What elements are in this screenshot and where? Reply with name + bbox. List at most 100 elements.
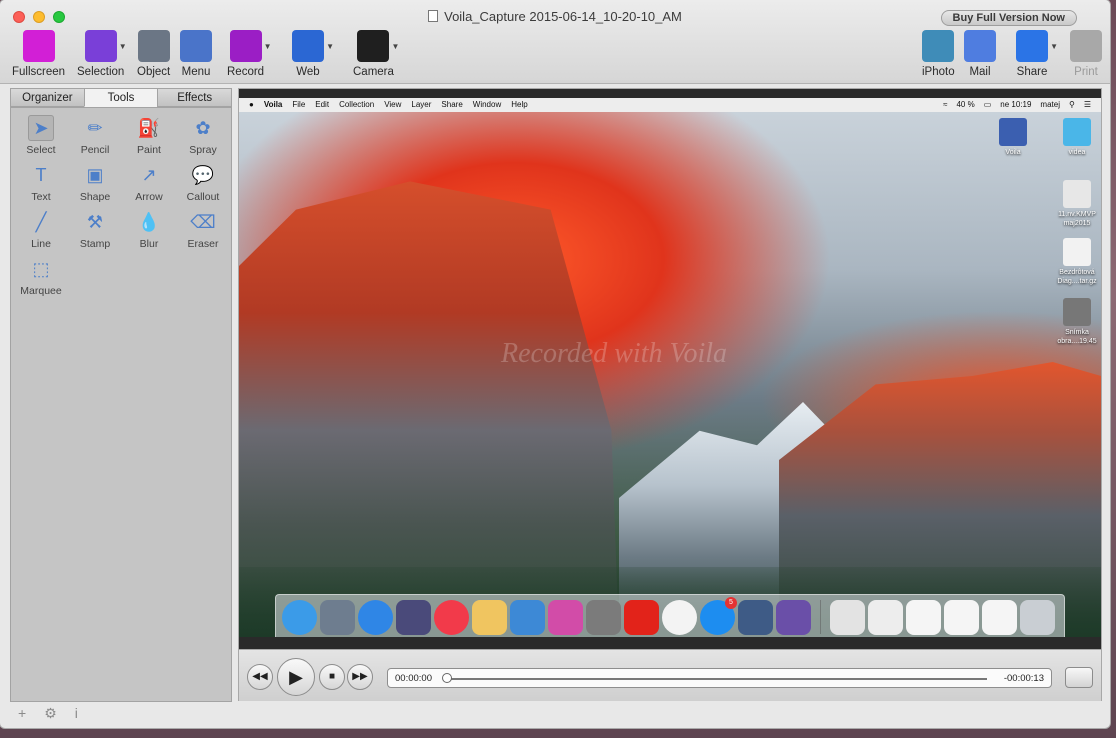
dock-voila-icon[interactable]: [738, 599, 773, 635]
fast-forward-button[interactable]: ▶▶: [347, 664, 373, 690]
stop-button[interactable]: ■: [319, 664, 345, 690]
dock-feather-icon[interactable]: [776, 599, 811, 635]
dock-doc2-icon[interactable]: [868, 599, 903, 635]
tool-label: Eraser: [187, 238, 219, 250]
stamp-icon: ⚒: [86, 212, 104, 232]
tool-shape[interactable]: ▣ Shape: [68, 162, 122, 203]
wifi-icon: ≈: [943, 100, 948, 109]
dock-doc5-icon[interactable]: [982, 599, 1017, 635]
chevron-down-icon[interactable]: ▼: [119, 42, 127, 51]
battery-percent: 40 %: [956, 100, 975, 109]
tool-line[interactable]: ╱ Line: [14, 209, 68, 250]
toolbar-label: Record: [227, 66, 265, 78]
tool-pencil[interactable]: ✏ Pencil: [68, 115, 122, 156]
dock-acrobat-icon[interactable]: [624, 599, 659, 635]
dock-trash-icon[interactable]: [1020, 599, 1055, 635]
menubar-status-area: ≈ 40 % ▭ ne 10:19 matej ⚲ ☰: [943, 98, 1101, 112]
tab-effects[interactable]: Effects: [157, 88, 233, 107]
current-time: 00:00:00: [395, 673, 432, 684]
desktop-icon[interactable]: Voila: [981, 118, 1045, 157]
chevron-down-icon[interactable]: ▼: [392, 42, 400, 51]
dock-doc3-icon[interactable]: [906, 599, 941, 635]
recorded-watermark: Recorded with Voila: [501, 338, 728, 369]
tool-marquee[interactable]: ⬚ Marquee: [14, 256, 68, 297]
toolbar-label: Object: [137, 66, 171, 78]
dock-doc4-icon[interactable]: [944, 599, 979, 635]
tool-callout[interactable]: 💬 Callout: [176, 162, 230, 203]
dock-safari-icon[interactable]: [358, 599, 393, 635]
play-button[interactable]: ▶: [277, 658, 315, 696]
dock-keynote-icon[interactable]: [510, 599, 545, 635]
toolbar-label: Print: [1074, 66, 1098, 78]
tool-text[interactable]: T Text: [14, 162, 68, 203]
desktop-icon[interactable]: videa: [1045, 118, 1101, 157]
dock-notes-icon[interactable]: [472, 599, 507, 635]
toolbar-record-button[interactable]: ▼ Record: [227, 30, 272, 78]
marquee-icon: ⬚: [32, 259, 50, 279]
info-icon[interactable]: i: [75, 705, 78, 725]
gear-icon[interactable]: ⚙: [44, 705, 57, 725]
dock-finder-icon[interactable]: [282, 599, 317, 635]
tool-label: Marquee: [20, 285, 62, 297]
captured-dock: 5: [275, 594, 1065, 637]
toolbar-print-button[interactable]: Print: [1070, 30, 1102, 78]
timeline-track[interactable]: [445, 678, 987, 680]
dock-pages-icon[interactable]: [548, 599, 583, 635]
fullscreen-player-button[interactable]: [1065, 667, 1093, 688]
dock-doc1-icon[interactable]: [830, 599, 865, 635]
timeline-knob[interactable]: [442, 673, 452, 683]
tool-label: Callout: [186, 191, 220, 203]
camera-icon: ▼: [357, 30, 399, 62]
tool-arrow[interactable]: ↗ Arrow: [122, 162, 176, 203]
chevron-down-icon[interactable]: ▼: [1050, 42, 1058, 51]
iphoto-icon: [922, 30, 955, 62]
chevron-down-icon[interactable]: ▼: [326, 42, 334, 51]
dock-app-store-icon[interactable]: 5: [700, 596, 737, 635]
toolbar-web-button[interactable]: ▼ Web: [292, 30, 334, 78]
toolbar-label: iPhoto: [922, 66, 955, 78]
tool-blur[interactable]: 💧 Blur: [122, 209, 176, 250]
buy-full-version-button[interactable]: Buy Full Version Now: [940, 10, 1077, 26]
menubar-item-edit: Edit: [315, 100, 330, 109]
dock-photos-icon[interactable]: [662, 599, 697, 635]
battery-icon: ▭: [983, 100, 992, 109]
toolbar-menu-button[interactable]: Menu: [180, 30, 212, 78]
tool-select[interactable]: ➤ Select: [14, 115, 68, 156]
toolbar-object-button[interactable]: Object: [137, 30, 170, 78]
desktop-icon[interactable]: Bezdrôtová Diag....tar.gz: [1045, 238, 1101, 286]
tool-stamp[interactable]: ⚒ Stamp: [68, 209, 122, 250]
dock-preferences-icon[interactable]: [586, 599, 621, 635]
pencil-icon: ✏: [87, 118, 103, 138]
apple-icon: ●: [249, 100, 254, 109]
toolbar-share-button[interactable]: ▼ Share: [1016, 30, 1058, 78]
toolbar-selection-button[interactable]: ▼ Selection: [77, 30, 127, 78]
toolbar-camera-button[interactable]: ▼ Camera: [353, 30, 399, 78]
dock-imovie-icon[interactable]: [396, 599, 431, 635]
timeline-scrubber[interactable]: 00:00:00 -00:00:13: [387, 668, 1052, 688]
tool-label: Text: [31, 191, 51, 203]
toolbar-mail-button[interactable]: Mail: [964, 30, 996, 78]
tool-spray[interactable]: ✿ Spray: [176, 115, 230, 156]
dock-itunes-icon[interactable]: [434, 599, 469, 635]
tool-label: Arrow: [135, 191, 163, 203]
desktop-icon[interactable]: Snímka obra....19.45: [1045, 298, 1101, 346]
menubar-item-layer: Layer: [411, 100, 432, 109]
tab-tools[interactable]: Tools: [83, 88, 158, 107]
tab-organizer[interactable]: Organizer: [10, 88, 84, 107]
rewind-button[interactable]: ◀◀: [247, 664, 273, 690]
toolbar-label: Web: [296, 66, 320, 78]
chevron-down-icon[interactable]: ▼: [264, 42, 272, 51]
user-name: matej: [1040, 100, 1060, 109]
tool-label: Select: [26, 144, 56, 156]
tool-paint[interactable]: ⛽ Paint: [122, 115, 176, 156]
toolbar-fullscreen-button[interactable]: Fullscreen: [12, 30, 65, 78]
toolbar-label: Menu: [181, 66, 211, 78]
desktop-icon-label: Bezdrôtová Diag....tar.gz: [1057, 269, 1097, 285]
desktop-icon[interactable]: 11.nv.KMVP maj2015: [1045, 180, 1101, 228]
add-icon[interactable]: +: [18, 705, 26, 725]
toolbar-iphoto-button[interactable]: iPhoto: [922, 30, 955, 78]
tools-panel: ➤ Select ✏ Pencil ⛽ Paint ✿ Spray T Text ▣ Shape ↗ Ar…: [10, 107, 232, 702]
menubar-item-voila: Voila: [263, 100, 283, 109]
tool-eraser[interactable]: ⌫ Eraser: [176, 209, 230, 250]
dock-launchpad-icon[interactable]: [320, 599, 355, 635]
